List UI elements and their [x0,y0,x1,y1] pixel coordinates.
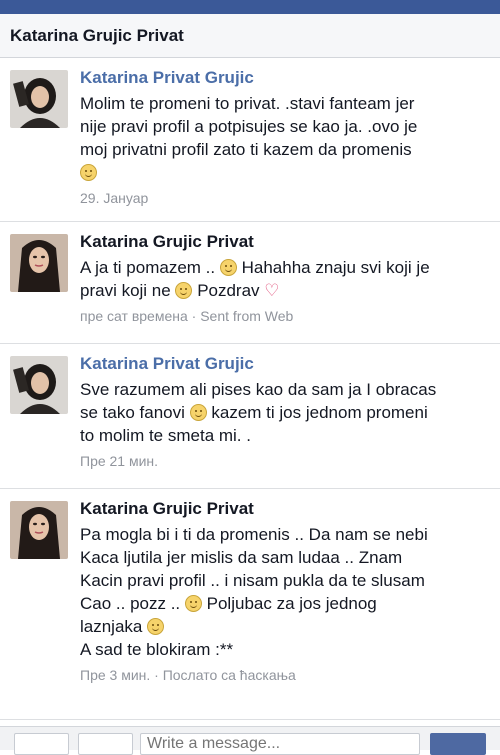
avatar[interactable] [10,70,68,128]
message-line: laznjaka [80,615,488,638]
conversation-header: Katarina Grujic Privat [0,14,500,58]
text-span: se tako fanovi [80,403,185,422]
message-line: Sve razumem ali pises kao da sam ja I ob… [80,380,437,399]
message-line: A sad te blokiram :** [80,640,234,659]
message-line: A ja ti pomazem .. Hahahha znaju svi koj… [80,256,488,279]
message-item: Katarina Privat Grujic Sve razumem ali p… [0,344,500,489]
text-span: laznjaka [80,617,143,636]
message-text: Molim te promeni to privat. .stavi fante… [80,92,488,184]
sender-name[interactable]: Katarina Privat Grujic [80,354,488,374]
sender-name[interactable]: Katarina Grujic Privat [80,232,488,252]
top-app-bar [0,0,500,14]
message-text: Sve razumem ali pises kao da sam ja I ob… [80,378,488,447]
message-list: Katarina Privat Grujic Molim te promeni … [0,58,500,720]
profile-photo [10,356,68,414]
message-line: Pa mogla bi i ti da promenis .. Da nam s… [80,525,428,544]
profile-photo [10,501,68,559]
attach-photo-button[interactable] [14,733,69,755]
profile-photo [10,234,68,292]
text-span: Hahahha znaju svi koji je [241,258,430,277]
text-span: A ja ti pomazem .. [80,258,216,277]
wink-emoji-icon [184,595,202,612]
sender-name[interactable]: Katarina Privat Grujic [80,68,488,88]
message-line: se tako fanovi kazem ti jos jednom prome… [80,401,488,424]
sticker-button[interactable] [78,733,133,755]
profile-photo [10,70,68,128]
text-span: Poljubac za jos jednog [206,594,377,613]
conversation-title: Katarina Grujic Privat [10,25,184,45]
message-timestamp: пре сат времена · Sent from Web [80,308,294,324]
message-line: pravi koji ne Pozdrav ♡ [80,279,488,302]
message-timestamp: Пре 3 мин. · Послато са ћаскања [80,667,296,683]
avatar[interactable] [10,234,68,292]
text-span: kazem ti jos jednom promeni [211,403,428,422]
message-timestamp: Пре 21 мин. [80,453,159,469]
message-input[interactable] [140,733,420,755]
message-timestamp: 29. Јануар [80,190,149,206]
message-text: A ja ti pomazem .. Hahahha znaju svi koj… [80,256,488,302]
message-item: Katarina Grujic Privat A ja ti pomazem .… [0,222,500,344]
message-line: Kaca ljutila jer mislis da sam ludaa .. … [80,548,403,567]
message-line: Molim te promeni to privat. .stavi fante… [80,94,415,113]
message-line: to molim te smeta mi. . [80,426,251,445]
text-span: pravi koji ne [80,281,171,300]
message-item: Katarina Privat Grujic Molim te promeni … [0,58,500,222]
smile-emoji-icon [219,259,237,276]
text-span: Pozdrav [197,281,260,300]
message-text: Pa mogla bi i ti da promenis .. Da nam s… [80,523,488,661]
smile-emoji-icon [80,164,97,181]
smile-emoji-icon [147,618,165,635]
message-line: nije pravi profil a potpisujes se kao ja… [80,117,418,136]
avatar[interactable] [10,356,68,414]
smile-emoji-icon [189,404,207,421]
avatar[interactable] [10,501,68,559]
message-line: Kacin pravi profil .. i nisam pukla da t… [80,571,425,590]
sender-name[interactable]: Katarina Grujic Privat [80,499,488,519]
message-line [80,161,488,184]
send-button[interactable] [430,733,486,755]
message-line: Cao .. pozz .. Poljubac za jos jednog [80,592,488,615]
heart-icon: ♡ [264,281,280,300]
text-span: Cao .. pozz .. [80,594,181,613]
message-item: Katarina Grujic Privat Pa mogla bi i ti … [0,489,500,720]
message-composer [0,726,500,755]
smile-emoji-icon [175,282,193,299]
message-line: moj privatni profil zato ti kazem da pro… [80,140,412,159]
